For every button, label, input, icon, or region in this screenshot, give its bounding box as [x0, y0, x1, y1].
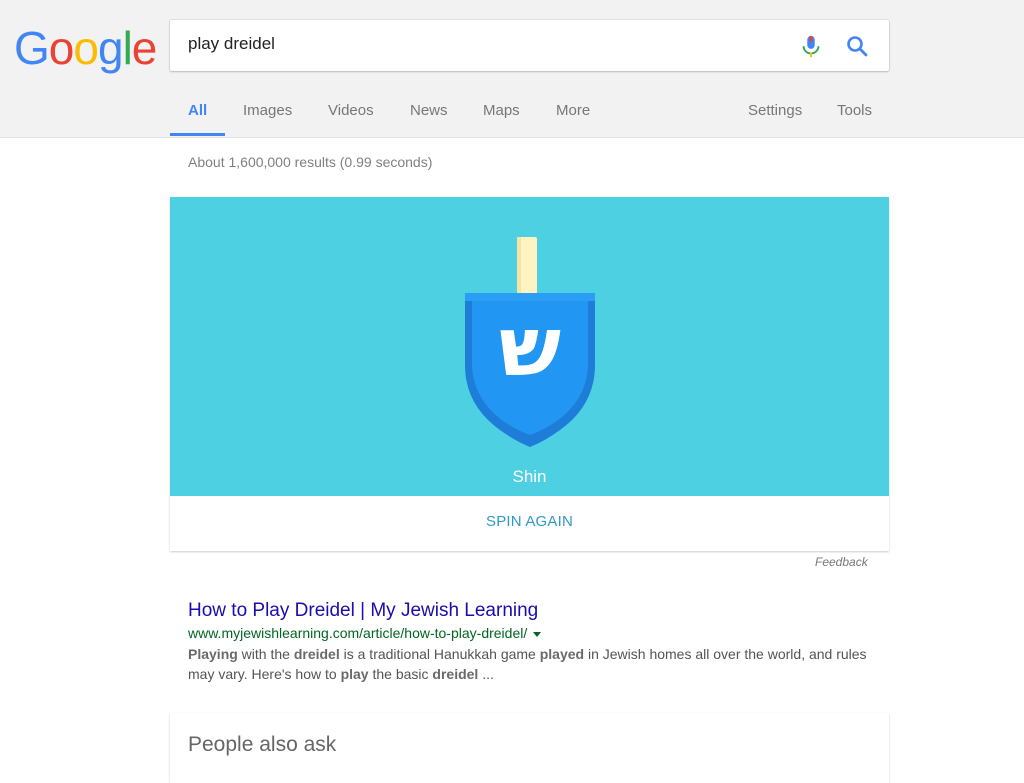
logo-letter: e [131, 22, 158, 74]
active-tab-indicator [170, 133, 225, 136]
snippet-keyword: play [340, 666, 369, 682]
search-tabs: All Images Videos News Maps More Setting… [170, 96, 890, 137]
people-also-ask-card: People also ask [170, 713, 889, 783]
logo-letter: G [14, 22, 50, 74]
search-input[interactable] [188, 34, 768, 54]
logo-letter: o [73, 22, 99, 74]
search-result: How to Play Dreidel | My Jewish Learning… [188, 599, 878, 684]
result-snippet: Playing with the dreidel is a traditiona… [188, 644, 878, 684]
spin-again-button[interactable]: SPIN AGAIN [170, 496, 889, 551]
dreidel-letter-name: Shin [512, 467, 547, 486]
tab-all[interactable]: All [188, 102, 207, 119]
logo-letter: l [122, 22, 133, 74]
tab-tools[interactable]: Tools [837, 102, 872, 119]
dreidel-game-area[interactable]: ש Shin [170, 197, 889, 496]
search-icon[interactable] [845, 34, 869, 58]
tab-settings[interactable]: Settings [748, 102, 802, 119]
dreidel-icon[interactable]: ש [460, 235, 600, 459]
snippet-text: is a traditional Hanukkah game [339, 646, 540, 662]
tab-more[interactable]: More [556, 102, 590, 119]
header: Google All Images Videos News Maps More … [0, 0, 1024, 138]
feedback-link[interactable]: Feedback [815, 555, 868, 569]
people-also-ask-title: People also ask [188, 733, 337, 756]
snippet-keyword: played [539, 646, 585, 662]
logo-letter: g [97, 22, 124, 74]
snippet-text: ... [478, 666, 494, 682]
result-stats: About 1,600,000 results (0.99 seconds) [188, 154, 433, 170]
snippet-text: the basic [368, 666, 433, 682]
dreidel-game-card: ש Shin SPIN AGAIN [170, 197, 889, 551]
snippet-text: with the [237, 646, 294, 662]
result-url-text: www.myjewishlearning.com/article/how-to-… [188, 625, 528, 641]
result-title-link[interactable]: How to Play Dreidel | My Jewish Learning [188, 600, 538, 621]
snippet-keyword: Playing [188, 646, 238, 662]
mic-icon[interactable] [800, 34, 822, 60]
result-url: www.myjewishlearning.com/article/how-to-… [188, 624, 878, 642]
logo-letter: o [48, 22, 75, 74]
google-logo[interactable]: Google [14, 22, 158, 74]
search-box[interactable] [170, 20, 889, 71]
tab-images[interactable]: Images [243, 102, 292, 119]
tab-videos[interactable]: Videos [328, 102, 374, 119]
snippet-keyword: dreidel [432, 666, 479, 682]
tab-news[interactable]: News [410, 102, 448, 119]
caret-down-icon[interactable] [533, 631, 542, 637]
dreidel-letter: ש [499, 300, 561, 395]
snippet-keyword: dreidel [293, 646, 340, 662]
tab-maps[interactable]: Maps [483, 102, 520, 119]
